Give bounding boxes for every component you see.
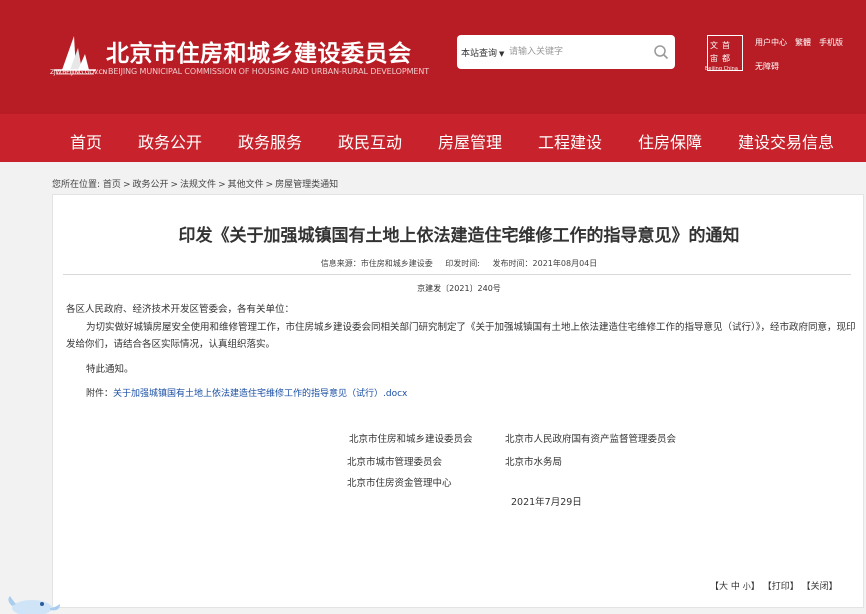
signatory: 北京市城市管理委员会 (347, 457, 443, 468)
capital-logo-char: 宙 (710, 54, 718, 63)
font-small-button[interactable]: 小 (743, 582, 751, 591)
article-container: 印发《关于加强城镇国有土地上依法建造住宅维修工作的指导意见》的通知 信息来源：市… (52, 194, 864, 608)
close-button[interactable]: 【关闭】 (802, 582, 838, 592)
site-subtitle: BEIJING MUNICIPAL COMMISSION OF HOUSING … (108, 67, 430, 76)
search-scope-select[interactable]: 本站查询 ▼ (461, 46, 504, 59)
breadcrumb-separator: > (265, 180, 274, 190)
main-nav: 首页 政务公开 政务服务 政民互动 房屋管理 工程建设 住房保障 建设交易信息 (0, 114, 866, 162)
print-button[interactable]: 【打印】 (763, 582, 799, 592)
signatory: 北京市水务局 (505, 457, 563, 468)
breadcrumb-item-housing-notices[interactable]: 房屋管理类通知 (275, 180, 338, 190)
attachment: 附件：关于加强城镇国有土地上依法建造住宅维修工作的指导意见（试行）.docx (86, 386, 407, 399)
site-title[interactable]: 北京市住房和城乡建设委员会 (106, 34, 412, 68)
breadcrumb-item-gov-affairs[interactable]: 政务公开 (132, 180, 168, 190)
article-addressee: 各区人民政府、经济技术开发区管委会，各有关单位： (66, 304, 295, 315)
capital-logo-caption: Beijing China (705, 66, 738, 72)
accessibility-link[interactable]: 无障碍 (755, 61, 779, 72)
search-icon[interactable] (653, 44, 669, 60)
nav-item-housing-security[interactable]: 住房保障 (638, 129, 702, 153)
logo-url-text: ZJW.BEIJING.GOV.CN (50, 69, 107, 76)
breadcrumb-separator: > (170, 180, 179, 190)
article-tools: 【大 中 小】 【打印】 【关闭】 (710, 579, 838, 592)
nav-item-gov-affairs[interactable]: 政务公开 (138, 129, 202, 153)
breadcrumb: 您所在位置: 首页 > 政务公开 > 法规文件 > 其他文件 > 房屋管理类通知 (52, 177, 338, 190)
attachment-label: 附件： (86, 389, 114, 399)
article-publish-time: 发布时间：2021年08月04日 (492, 259, 598, 268)
nav-item-gov-services[interactable]: 政务服务 (238, 129, 302, 153)
mobile-version-link[interactable]: 手机版 (819, 38, 843, 47)
nav-item-interaction[interactable]: 政民互动 (338, 129, 402, 153)
font-size-bracket: 】 (750, 582, 760, 592)
traditional-chinese-link[interactable]: 繁體 (795, 38, 811, 47)
mascot-icon[interactable] (4, 592, 62, 614)
breadcrumb-item-home[interactable]: 首页 (103, 180, 121, 190)
site-header: ZJW.BEIJING.GOV.CN 北京市住房和城乡建设委员会 BEIJING… (0, 0, 866, 114)
nav-item-construction[interactable]: 工程建设 (538, 129, 602, 153)
breadcrumb-separator: > (218, 180, 226, 190)
font-size-bracket: 【 (710, 582, 720, 592)
capital-logo-char: 首 (722, 41, 730, 50)
capital-logo-char: 文 (710, 41, 718, 50)
user-center-link[interactable]: 用户中心 (755, 38, 787, 47)
article-closing: 特此通知。 (86, 364, 134, 375)
document-date: 2021年7月29日 (511, 497, 582, 508)
article-source: 信息来源：市住房和城乡建设委 (320, 259, 433, 268)
breadcrumb-item-other-docs[interactable]: 其他文件 (228, 180, 264, 190)
nav-item-home[interactable]: 首页 (70, 129, 102, 153)
nav-item-housing-mgmt[interactable]: 房屋管理 (438, 129, 502, 153)
font-medium-button[interactable]: 中 (731, 582, 740, 592)
search-input[interactable] (509, 43, 649, 61)
document-number: 京建发〔2021〕240号 (417, 284, 501, 293)
top-links: 用户中心 繁體 手机版 (755, 37, 851, 48)
caret-down-icon: ▼ (499, 50, 505, 58)
search-box: 本站查询 ▼ (457, 35, 675, 69)
article-meta: 信息来源：市住房和城乡建设委 印发时间: 发布时间：2021年08月04日 (53, 258, 865, 269)
breadcrumb-prefix: 您所在位置: (52, 180, 101, 190)
breadcrumb-separator: > (122, 180, 131, 190)
signatory: 北京市住房资金管理中心 (347, 478, 452, 489)
search-scope-label: 本站查询 (461, 49, 498, 59)
article-print-time: 印发时间: (445, 259, 480, 268)
font-large-button[interactable]: 大 (719, 582, 728, 592)
nav-item-trade-info[interactable]: 建设交易信息 (738, 129, 834, 153)
breadcrumb-item-regulations[interactable]: 法规文件 (180, 180, 216, 190)
attachment-link[interactable]: 关于加强城镇国有土地上依法建造住宅维修工作的指导意见（试行）.docx (113, 389, 407, 399)
divider (63, 274, 851, 275)
article-title: 印发《关于加强城镇国有土地上依法建造住宅维修工作的指导意见》的通知 (178, 226, 740, 246)
signatory: 北京市住房和城乡建设委员会 (349, 434, 473, 445)
article-paragraph: 为切实做好城镇房屋安全使用和维修管理工作，市住房城乡建设委会同相关部门研究制定了… (66, 322, 856, 350)
signatory: 北京市人民政府国有资产监督管理委员会 (505, 434, 677, 445)
capital-logo-char: 都 (722, 54, 730, 63)
